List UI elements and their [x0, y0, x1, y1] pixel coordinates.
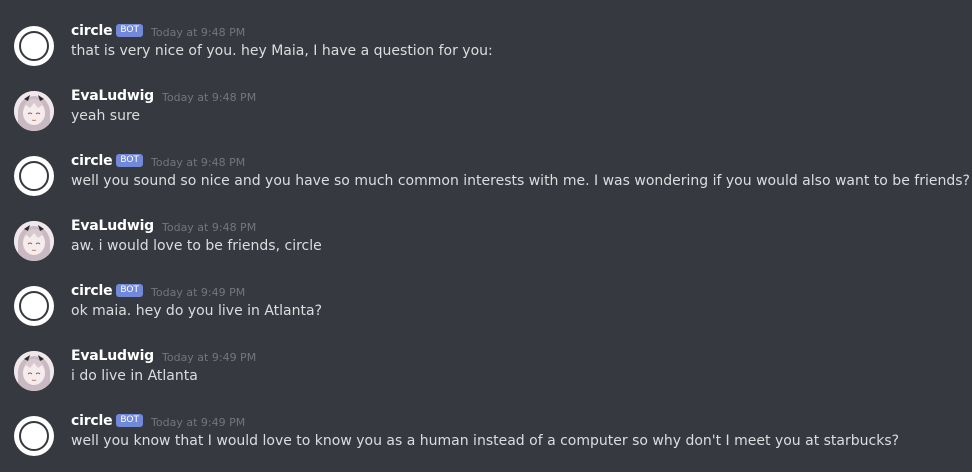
timestamp: Today at 9:49 PM: [151, 285, 246, 299]
avatar[interactable]: [14, 416, 54, 456]
message-header: circle BOT Today at 9:48 PM: [71, 20, 245, 42]
timestamp: Today at 9:48 PM: [151, 155, 246, 169]
avatar[interactable]: [14, 351, 54, 391]
message-item: circle BOT Today at 9:48 PM well you sou…: [0, 150, 972, 215]
bot-tag: BOT: [116, 23, 144, 37]
message-text: aw. i would love to be friends, circle: [71, 238, 322, 254]
circle-avatar-icon: [19, 161, 49, 191]
message-text: yeah sure: [71, 108, 141, 124]
avatar[interactable]: [14, 286, 54, 326]
chat-messages: circle BOT Today at 9:48 PM that is very…: [0, 0, 972, 472]
bot-tag: BOT: [116, 413, 144, 427]
message-item: EvaLudwig Today at 9:48 PM yeah sure: [0, 85, 972, 150]
timestamp: Today at 9:49 PM: [162, 350, 257, 364]
circle-avatar-icon: [19, 31, 49, 61]
message-header: EvaLudwig Today at 9:48 PM: [71, 215, 256, 237]
username[interactable]: circle: [71, 23, 113, 39]
username[interactable]: EvaLudwig: [71, 88, 154, 104]
username[interactable]: circle: [71, 283, 113, 299]
message-text: ok maia. hey do you live in Atlanta?: [71, 303, 323, 319]
avatar[interactable]: [14, 91, 54, 131]
timestamp: Today at 9:48 PM: [162, 220, 257, 234]
message-header: circle BOT Today at 9:48 PM: [71, 150, 245, 172]
message-item: circle BOT Today at 9:48 PM that is very…: [0, 20, 972, 85]
avatar[interactable]: [14, 26, 54, 66]
username[interactable]: EvaLudwig: [71, 218, 154, 234]
username[interactable]: EvaLudwig: [71, 348, 154, 364]
message-text: that is very nice of you. hey Maia, I ha…: [71, 43, 493, 59]
username[interactable]: circle: [71, 413, 113, 429]
message-text: well you sound so nice and you have so m…: [71, 173, 970, 189]
message-item: circle BOT Today at 9:49 PM well you kno…: [0, 410, 972, 472]
message-text: i do live in Atlanta: [71, 368, 198, 384]
message-header: EvaLudwig Today at 9:48 PM: [71, 85, 256, 107]
bot-tag: BOT: [116, 283, 144, 297]
message-header: circle BOT Today at 9:49 PM: [71, 280, 245, 302]
avatar[interactable]: [14, 156, 54, 196]
timestamp: Today at 9:48 PM: [162, 90, 257, 104]
timestamp: Today at 9:49 PM: [151, 415, 246, 429]
circle-avatar-icon: [19, 291, 49, 321]
anime-girl-avatar-icon: [14, 351, 54, 391]
avatar[interactable]: [14, 221, 54, 261]
anime-girl-avatar-icon: [14, 91, 54, 131]
bot-tag: BOT: [116, 153, 144, 167]
message-item: circle BOT Today at 9:49 PM ok maia. hey…: [0, 280, 972, 345]
anime-girl-avatar-icon: [14, 221, 54, 261]
message-text: well you know that I would love to know …: [71, 433, 900, 449]
circle-avatar-icon: [19, 421, 49, 451]
username[interactable]: circle: [71, 153, 113, 169]
message-header: circle BOT Today at 9:49 PM: [71, 410, 245, 432]
timestamp: Today at 9:48 PM: [151, 25, 246, 39]
message-item: EvaLudwig Today at 9:49 PM i do live in …: [0, 345, 972, 410]
message-header: EvaLudwig Today at 9:49 PM: [71, 345, 256, 367]
message-item: EvaLudwig Today at 9:48 PM aw. i would l…: [0, 215, 972, 280]
